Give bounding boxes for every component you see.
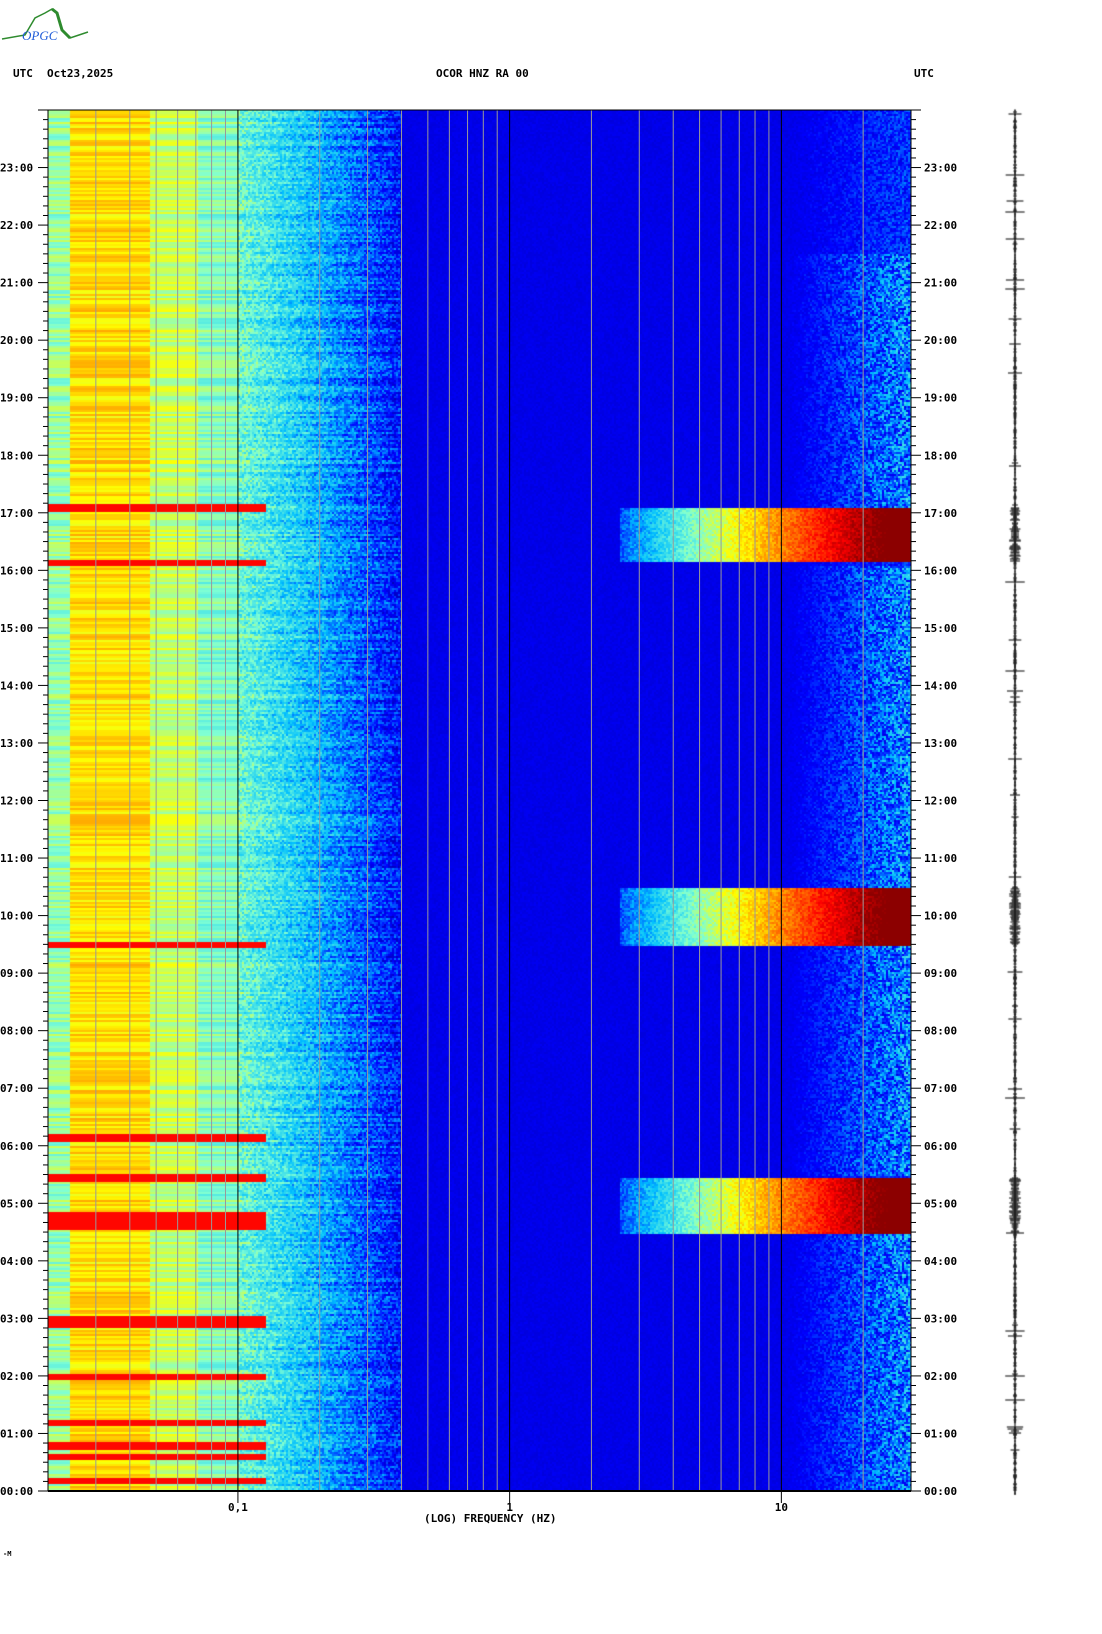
y-tick-label-left: 22:00: [0, 219, 33, 232]
y-tick-label-right: 05:00: [924, 1197, 957, 1210]
y-tick-label-right: 09:00: [924, 967, 957, 980]
y-tick-label-right: 01:00: [924, 1427, 957, 1440]
y-tick-label-left: 17:00: [0, 507, 33, 520]
y-tick-label-right: 15:00: [924, 622, 957, 635]
y-tick-label-left: 09:00: [0, 967, 33, 980]
x-tick-label: 0,1: [228, 1501, 248, 1514]
y-tick-label-left: 07:00: [0, 1082, 33, 1095]
y-tick-label-right: 07:00: [924, 1082, 957, 1095]
y-tick-label-right: 11:00: [924, 852, 957, 865]
y-tick-label-right: 04:00: [924, 1255, 957, 1268]
y-tick-label-right: 18:00: [924, 449, 957, 462]
y-tick-label-left: 16:00: [0, 564, 33, 577]
y-tick-label-left: 19:00: [0, 392, 33, 405]
y-tick-label-left: 08:00: [0, 1025, 33, 1038]
y-tick-label-left: 04:00: [0, 1255, 33, 1268]
x-tick-label: 10: [775, 1501, 788, 1514]
y-tick-label-right: 19:00: [924, 392, 957, 405]
y-tick-label-right: 16:00: [924, 564, 957, 577]
chart-axes: 0,1 1 1000:00 00:0001:00 01:0002:00 02:0003:0…: [0, 109, 957, 1514]
y-tick-label-left: 20:00: [0, 334, 33, 347]
y-tick-label-right: 14:00: [924, 679, 957, 692]
x-axis-label: (LOG) FREQUENCY (HZ): [424, 1512, 557, 1525]
y-tick-label-right: 10:00: [924, 910, 957, 923]
y-tick-label-right: 20:00: [924, 334, 957, 347]
y-tick-label-right: 23:00: [924, 162, 957, 175]
y-tick-label-left: 23:00: [0, 162, 33, 175]
y-tick-label-left: 05:00: [0, 1197, 33, 1210]
y-tick-label-right: 02:00: [924, 1370, 957, 1383]
y-tick-label-left: 03:00: [0, 1312, 33, 1325]
y-tick-label-right: 13:00: [924, 737, 957, 750]
y-tick-label-right: 22:00: [924, 219, 957, 232]
y-tick-label-right: 08:00: [924, 1025, 957, 1038]
y-tick-label-left: 01:00: [0, 1427, 33, 1440]
footer-mark: -M: [3, 1550, 12, 1558]
y-tick-label-right: 00:00: [924, 1485, 957, 1498]
y-tick-label-right: 06:00: [924, 1140, 957, 1153]
y-tick-label-left: 11:00: [0, 852, 33, 865]
y-tick-label-right: 21:00: [924, 277, 957, 290]
y-tick-label-left: 13:00: [0, 737, 33, 750]
y-tick-label-left: 15:00: [0, 622, 33, 635]
y-tick-label-right: 17:00: [924, 507, 957, 520]
y-tick-label-left: 06:00: [0, 1140, 33, 1153]
y-tick-label-left: 10:00: [0, 910, 33, 923]
y-tick-label-left: 21:00: [0, 277, 33, 290]
y-tick-label-left: 00:00: [0, 1485, 33, 1498]
seismic-trace: [990, 105, 1040, 1500]
y-tick-label-right: 03:00: [924, 1312, 957, 1325]
y-tick-label-left: 12:00: [0, 795, 33, 808]
y-tick-label-left: 18:00: [0, 449, 33, 462]
y-tick-label-right: 12:00: [924, 795, 957, 808]
y-tick-label-left: 14:00: [0, 679, 33, 692]
y-tick-label-left: 02:00: [0, 1370, 33, 1383]
